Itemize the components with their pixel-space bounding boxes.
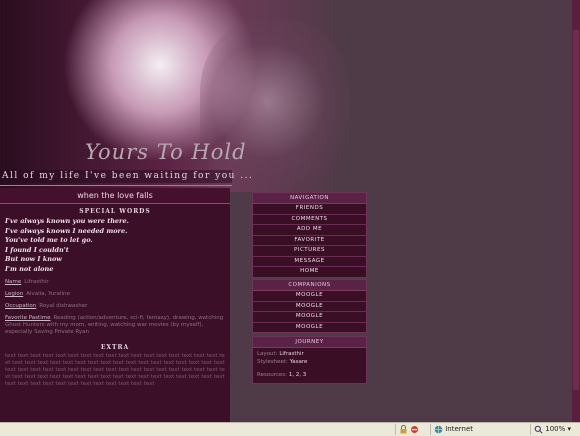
poem-line: I found I couldn't [5,245,69,254]
info-row-legion: Legion Alvalia, Yuraline [5,291,225,298]
nav-link-add-me[interactable]: ADD ME [253,225,366,236]
poem-line: You've told me to let go. [5,236,93,244]
poem-line: I'm not alone [5,264,54,273]
poem-line: I've always known you were there. [5,217,129,225]
info-label: Favorite Pastime [5,315,51,321]
profile-info: Name Lifrasthir Legion Alvalia, Yuraline O… [0,279,230,336]
resources-links[interactable]: 1, 2, 3 [289,372,307,378]
journey-stylesheet-row: Stylesheet: Yasare [257,359,362,367]
layout-value[interactable]: Lifrasthir [279,351,303,357]
zoom-level: 100% [545,425,566,433]
nav-link-favorite[interactable]: FAVORITE [253,236,366,246]
header-banner: Yours To Hold All of my life I've been w… [0,0,572,192]
extra-heading: EXTRA [100,344,130,351]
journey-resources-row: Resources: 1, 2, 3 [257,372,362,380]
zoom-control[interactable]: 100% ▾ [530,424,580,435]
browser-viewport: Yours To Hold All of my life I've been w… [0,0,572,422]
journey-layout-row: Layout: Lifrasthir [257,351,362,359]
magnifier-icon [534,425,543,434]
poem-line: I've always known I needed more. [5,226,128,235]
companions-heading: COMPANIONS [253,280,366,291]
companion-link[interactable]: MOOGLE [253,312,366,323]
nav-link-pictures[interactable]: PICTURES [253,246,366,257]
nav-link-home[interactable]: HOME [253,267,366,277]
special-words-heading: SPECIAL WORDS [79,208,151,215]
status-security-cell [395,424,429,435]
browser-status-bar: Internet 100% ▾ [0,422,580,436]
info-row-name: Name Lifrasthir [5,279,225,286]
popup-blocker-icon [411,425,419,433]
journey-box: JOURNEY Layout: Lifrasthir Stylesheet: Y… [252,336,367,384]
vertical-scrollbar[interactable] [572,0,580,422]
status-zone-cell: Internet [430,424,529,435]
info-value: Royal dishwasher [39,303,88,309]
info-value: Alvalia, Yuraline [26,291,70,297]
info-label: Occupation [5,303,37,309]
poem-line: But now I know [5,255,62,263]
companions-box: COMPANIONS MOOGLE MOOGLE MOOGLE MOOGLE [252,279,367,333]
info-label: Name [5,279,22,285]
stylesheet-value[interactable]: Yasare [290,359,308,365]
layout-label: Layout: [257,351,278,357]
nav-link-friends[interactable]: FRIENDS [253,204,366,215]
lock-icon [400,424,407,433]
companion-link[interactable]: MOOGLE [253,291,366,302]
profile-panel: when the love falls SPECIAL WORDS I've a… [0,188,230,422]
navigation-heading: NAVIGATION [253,193,366,204]
nav-link-comments[interactable]: COMMENTS [253,215,366,225]
stylesheet-label: Stylesheet: [257,358,288,365]
info-label: Legion [5,291,24,297]
companion-link[interactable]: MOOGLE [253,323,366,333]
extra-filler-text: text text text text text text text text … [5,353,225,387]
companion-link[interactable]: MOOGLE [253,302,366,312]
zone-label: Internet [445,425,474,433]
header-roses-artwork [200,20,350,192]
journey-heading: JOURNEY [253,337,366,348]
header-divider [0,185,232,186]
poem: I've always known you were there. I've a… [0,215,230,274]
song-title: when the love falls [0,188,230,204]
resources-label: Resources: [257,372,287,378]
info-value: Lifrasthir [24,279,49,285]
header-tagline: All of my life I've been waiting for you… [0,170,254,183]
scrollbar-thumb[interactable] [573,30,579,390]
info-row-pastime: Favorite Pastime Reading (action/adventur… [5,315,225,336]
info-row-occupation: Occupation Royal dishwasher [5,303,225,310]
nav-link-message[interactable]: MESSAGE [253,257,366,267]
header-script-title: Yours To Hold [85,140,247,164]
journey-body: Layout: Lifrasthir Stylesheet: Yasare Re… [253,348,366,383]
globe-icon [434,425,443,433]
navigation-box: NAVIGATION FRIENDS COMMENTS ADD ME FAVOR… [252,192,367,278]
chevron-down-icon: ▾ [567,425,571,433]
